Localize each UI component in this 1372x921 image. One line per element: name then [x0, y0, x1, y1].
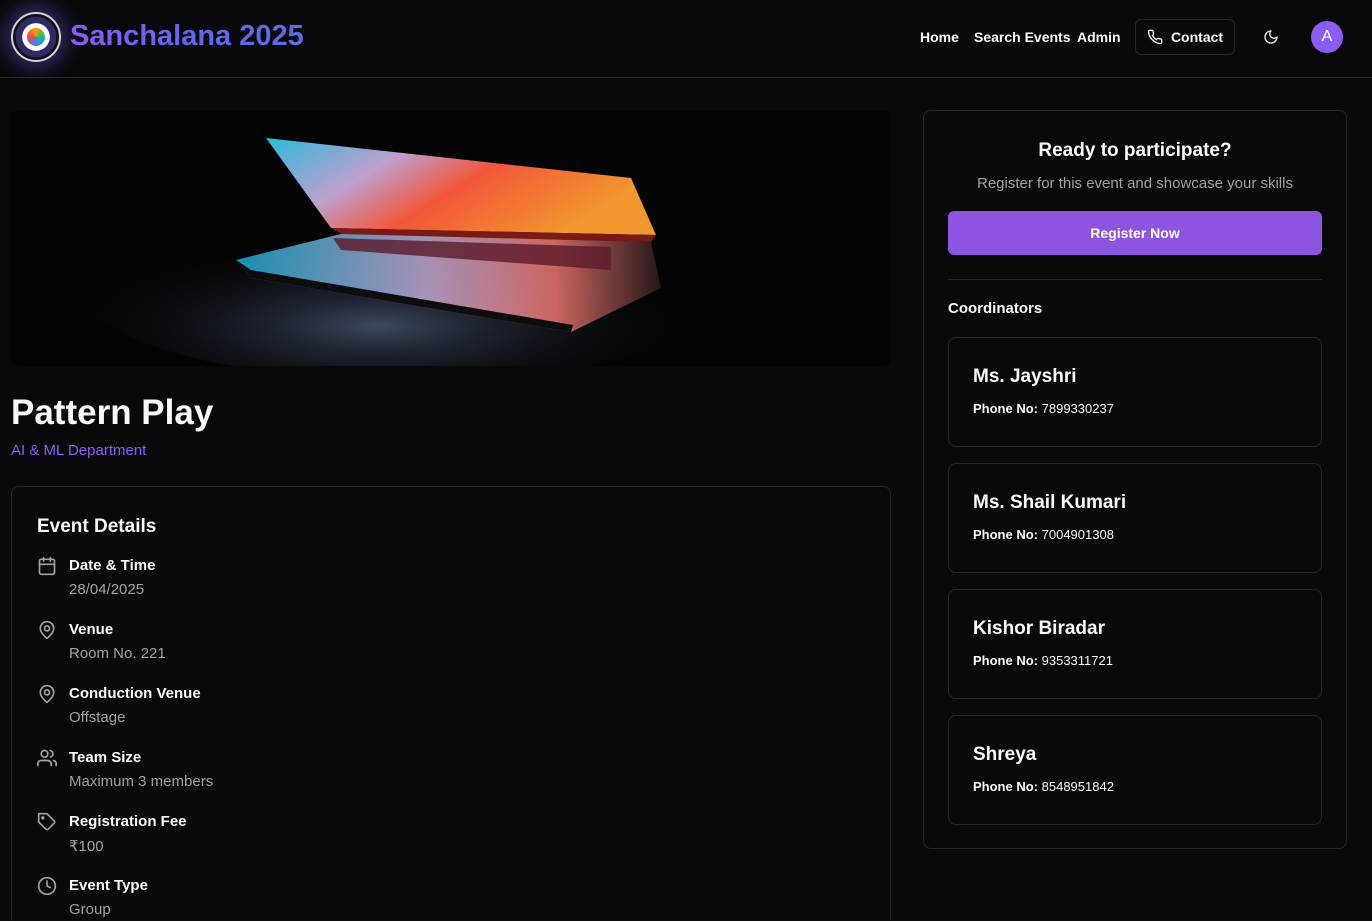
- coordinator-phone: Phone No: 9353311721: [973, 653, 1113, 668]
- event-details-card: Event Details Date & Time 28/04/2025 Ven…: [11, 486, 891, 921]
- detail-conduction-venue: Conduction Venue Offstage: [37, 684, 737, 736]
- coordinator-card: Ms. Shail Kumari Phone No: 7004901308: [948, 463, 1322, 573]
- phone-label: Phone No:: [973, 779, 1038, 794]
- detail-value: Offstage: [69, 709, 126, 726]
- calendar-icon: [38, 556, 56, 576]
- detail-value: Room No. 221: [69, 645, 166, 662]
- phone-label: Phone No:: [973, 401, 1038, 416]
- event-title: Pattern Play: [11, 393, 214, 432]
- detail-team-size: Team Size Maximum 3 members: [37, 748, 737, 800]
- coordinator-name: Ms. Jayshri: [973, 366, 1077, 387]
- nav-home[interactable]: Home: [920, 29, 959, 45]
- brand-title[interactable]: Sanchalana 2025: [70, 20, 304, 53]
- detail-value: ₹100: [69, 838, 104, 855]
- coordinator-name: Ms. Shail Kumari: [973, 492, 1127, 513]
- phone-number: 9353311721: [1041, 653, 1113, 668]
- map-pin-icon: [39, 684, 55, 704]
- users-icon: [37, 749, 57, 767]
- clock-icon: [37, 876, 57, 896]
- registration-panel: Ready to participate? Register for this …: [923, 110, 1347, 849]
- coordinators-title: Coordinators: [948, 300, 1043, 317]
- site-header: Sanchalana 2025 Home Search Events Admin…: [0, 0, 1372, 78]
- panel-subtitle: Register for this event and showcase you…: [977, 175, 1293, 192]
- detail-label: Team Size: [69, 749, 142, 766]
- coordinator-name: Shreya: [973, 744, 1037, 765]
- phone-number: 7004901308: [1041, 527, 1114, 542]
- coordinator-phone: Phone No: 7004901308: [973, 527, 1114, 542]
- coordinator-card: Kishor Biradar Phone No: 9353311721: [948, 589, 1322, 699]
- detail-value: 28/04/2025: [69, 581, 145, 598]
- phone-icon: [1147, 29, 1163, 45]
- contact-button[interactable]: Contact: [1135, 19, 1235, 55]
- theme-toggle-button[interactable]: [1258, 24, 1284, 50]
- nav-admin[interactable]: Admin: [1077, 29, 1121, 45]
- detail-venue: Venue Room No. 221: [37, 620, 737, 672]
- register-now-button[interactable]: Register Now: [948, 211, 1322, 255]
- detail-registration-fee: Registration Fee ₹100: [37, 812, 737, 864]
- coordinator-phone: Phone No: 8548951842: [973, 779, 1114, 794]
- detail-label: Date & Time: [69, 557, 156, 574]
- divider: [948, 279, 1322, 280]
- detail-label: Event Type: [69, 877, 148, 894]
- avatar[interactable]: A: [1311, 21, 1343, 53]
- phone-number: 8548951842: [1041, 779, 1114, 794]
- detail-label: Venue: [69, 621, 114, 638]
- event-details-title: Event Details: [37, 516, 157, 537]
- tag-icon: [37, 812, 56, 831]
- event-banner-image: [11, 110, 891, 366]
- moon-icon: [1264, 30, 1278, 44]
- panel-title: Ready to participate?: [1038, 140, 1232, 161]
- nav-search-events[interactable]: Search Events: [974, 29, 1071, 45]
- detail-value: Group: [69, 901, 111, 918]
- coordinator-name: Kishor Biradar: [973, 618, 1105, 639]
- detail-date-time: Date & Time 28/04/2025: [37, 556, 737, 608]
- phone-label: Phone No:: [973, 527, 1038, 542]
- coordinator-card: Ms. Jayshri Phone No: 7899330237: [948, 337, 1322, 447]
- coordinator-card: Shreya Phone No: 8548951842: [948, 715, 1322, 825]
- detail-label: Conduction Venue: [69, 685, 201, 702]
- phone-number: 7899330237: [1041, 401, 1114, 416]
- contact-label: Contact: [1170, 29, 1224, 45]
- logo[interactable]: [11, 12, 61, 62]
- detail-value: Maximum 3 members: [69, 773, 214, 790]
- logo-emblem: [27, 28, 45, 46]
- phone-label: Phone No:: [973, 653, 1038, 668]
- coordinator-phone: Phone No: 7899330237: [973, 401, 1114, 416]
- map-pin-icon: [39, 620, 55, 640]
- detail-event-type: Event Type Group: [37, 876, 737, 921]
- detail-label: Registration Fee: [69, 813, 187, 830]
- event-department[interactable]: AI & ML Department: [11, 442, 146, 459]
